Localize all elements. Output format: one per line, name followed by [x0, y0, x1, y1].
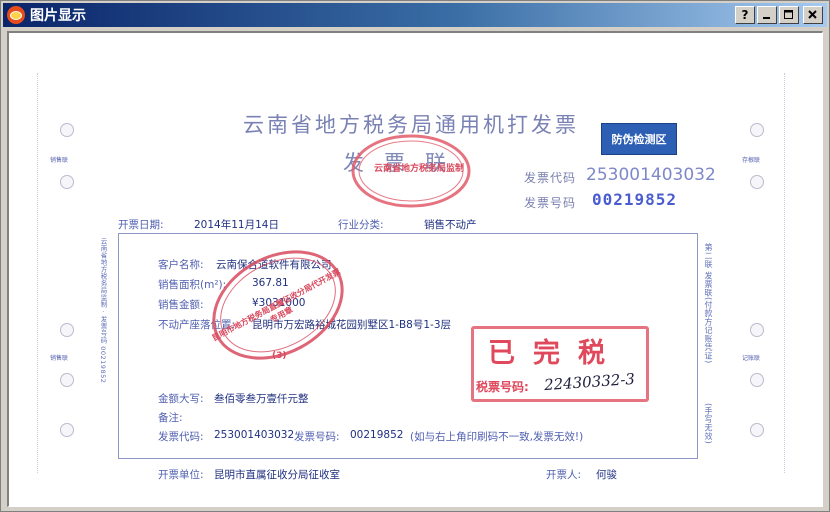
- issue-date-label: 开票日期:: [118, 219, 164, 231]
- minimize-button[interactable]: [757, 6, 777, 24]
- issue-date-value: 2014年11月14日: [194, 219, 279, 231]
- binding-hole: [750, 323, 764, 337]
- footer-code-value: 253001403032: [214, 429, 295, 441]
- binding-hole: [750, 373, 764, 387]
- binding-hole: [750, 423, 764, 437]
- binding-hole: [750, 175, 764, 189]
- sales-area-label: 销售面积(m²):: [158, 279, 227, 291]
- top-seal-text: 云南省地方税务局监制: [374, 164, 465, 174]
- invoice-code-value: 253001403032: [586, 165, 716, 185]
- window-title: 图片显示: [30, 8, 86, 24]
- industry-value: 销售不动产: [424, 219, 477, 231]
- binding-hole: [60, 423, 74, 437]
- close-icon: [808, 10, 817, 19]
- maximize-icon: [784, 10, 793, 19]
- side-mark-left-mid: 销售联: [50, 355, 69, 362]
- printer-info-vertical: 云南省地方税务局监制 · 发票号码 00219852: [99, 238, 107, 384]
- sales-area-value: 367.81: [252, 277, 289, 289]
- invoice-title: 云南省地方税务局通用机打发票: [243, 113, 579, 137]
- side-mark-right-top: 存根联: [742, 157, 761, 164]
- footer-number-value: 00219852: [350, 429, 404, 441]
- anti-counterfeit-badge: 防伪检测区: [601, 123, 677, 155]
- side-mark-left-top: 销售联: [50, 157, 69, 164]
- footer-note: (如与右上角印刷码不一致,发票无效!): [410, 431, 584, 443]
- handwrite-invalid-note: (手写无效): [704, 403, 713, 445]
- industry-label: 行业分类:: [338, 219, 384, 231]
- close-button[interactable]: [803, 6, 823, 24]
- app-icon: [7, 6, 25, 24]
- side-mark-right-mid: 记账联: [742, 355, 761, 362]
- footer-number-label: 发票号码:: [294, 431, 340, 443]
- remark-label: 备注:: [158, 412, 183, 424]
- image-viewer-window: 图片显示 ? 销售联 销售联 存根联 记账联 云南省地方税务局监制 · 发票号码…: [0, 0, 830, 512]
- image-display-area: 销售联 销售联 存根联 记账联 云南省地方税务局监制 · 发票号码 002198…: [7, 31, 823, 507]
- drawer-label: 开票人:: [546, 469, 582, 481]
- invoice-number-label: 发票号码: [524, 196, 577, 210]
- binding-hole: [60, 123, 74, 137]
- issuer-label: 开票单位:: [158, 469, 204, 481]
- title-bar[interactable]: 图片显示 ?: [3, 3, 827, 27]
- invoice-number-value: 00219852: [592, 190, 678, 209]
- binding-hole: [60, 175, 74, 189]
- binding-hole: [750, 123, 764, 137]
- binding-hole: [60, 323, 74, 337]
- sales-amount-label: 销售金额:: [158, 299, 204, 311]
- copy-label-vertical: 第二联 发票联(付款方记账凭证): [704, 243, 713, 364]
- invoice-code-label: 发票代码: [524, 171, 577, 185]
- customer-name-label: 客户名称:: [158, 259, 204, 271]
- tax-paid-stamp-text: 已完税: [488, 338, 623, 369]
- minimize-icon: [763, 17, 770, 19]
- maximize-button[interactable]: [779, 6, 799, 24]
- invoice-image: 销售联 销售联 存根联 记账联 云南省地方税务局监制 · 发票号码 002198…: [37, 73, 785, 481]
- help-button[interactable]: ?: [735, 6, 755, 24]
- issuer-value: 昆明市直属征收分局征收室: [214, 469, 340, 481]
- title-bar-buttons: ?: [735, 6, 823, 24]
- customer-name-value: 云南保合道软件有限公司: [216, 259, 332, 271]
- binding-hole: [60, 373, 74, 387]
- tax-number-label: 税票号码:: [476, 380, 529, 394]
- footer-code-label: 发票代码:: [158, 431, 204, 443]
- amount-in-words-label: 金额大写:: [158, 393, 204, 405]
- bottom-seal-number: (3): [272, 351, 287, 361]
- drawer-value: 何骏: [596, 469, 617, 481]
- amount-in-words-value: 叁佰零叁万壹仟元整: [214, 393, 309, 405]
